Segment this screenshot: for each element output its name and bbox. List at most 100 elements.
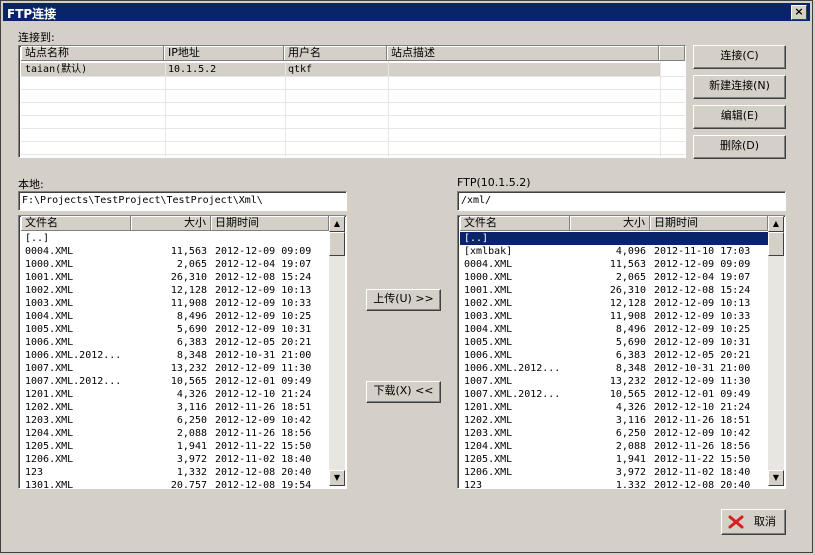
ftp-file-size: 8,348 [615,363,646,374]
local-file-date [215,232,329,245]
ftp-file-row[interactable]: 123 1,332 2012-12-08 20:40 [460,479,768,489]
ftp-col-size[interactable]: 大小 [570,216,650,231]
ftp-file-date: 2012-12-04 19:07 [654,272,751,283]
ftp-file-row[interactable]: 1004.XML 8,496 2012-12-09 10:25 [460,323,768,336]
local-file-row[interactable]: 1206.XML 3,972 2012-11-02 18:40 [21,453,329,466]
local-file-name: 123 [25,467,44,478]
ftp-scroll-thumb[interactable] [768,232,784,256]
local-file-row[interactable]: 123 1,332 2012-12-08 20:40 [21,466,329,479]
ftp-file-row[interactable]: 1006.XML.2012... 8,348 2012-10-31 21:00 [460,362,768,375]
col-site-name[interactable]: 站点名称 [21,46,164,61]
ftp-file-date: 2012-12-10 21:24 [654,402,751,413]
ftp-file-row[interactable]: 1202.XML 3,116 2012-11-26 18:51 [460,414,768,427]
local-file-row[interactable]: 1000.XML 2,065 2012-12-04 19:07 [21,258,329,271]
local-file-row[interactable]: 1301.XML 20,757 2012-12-08 19:54 [21,479,329,488]
local-file-size: 6,250 [176,415,207,426]
local-file-size: 1,941 [176,441,207,452]
ftp-file-row[interactable]: [..] [460,232,768,245]
local-file-row[interactable]: 1204.XML 2,088 2012-11-26 18:56 [21,427,329,440]
site-grid-line [21,115,685,116]
local-scroll-down-icon[interactable]: ▼ [329,470,345,486]
ftp-file-row[interactable]: 0004.XML 11,563 2012-12-09 09:09 [460,258,768,271]
ftp-scroll-up-icon[interactable]: ▲ [768,216,784,232]
ftp-file-date: 2012-12-08 20:40 [654,480,751,489]
local-file-date: 2012-11-26 18:51 [215,402,312,413]
local-file-name: 1007.XML.2012... [25,376,122,387]
local-scroll-thumb[interactable] [329,232,345,256]
ftp-path-field[interactable]: /xml/ [457,191,786,211]
ftp-file-row[interactable]: 1206.XML 3,972 2012-11-02 18:40 [460,466,768,479]
local-file-row[interactable]: 1002.XML 12,128 2012-12-09 10:13 [21,284,329,297]
local-file-date: 2012-12-09 10:13 [215,285,312,296]
ftp-scrollbar[interactable]: ▲ ▼ [768,216,784,486]
local-file-row[interactable]: 1007.XML.2012... 10,565 2012-12-01 09:49 [21,375,329,388]
local-file-row[interactable]: 1007.XML 13,232 2012-12-09 11:30 [21,362,329,375]
local-file-row[interactable]: 1006.XML 6,383 2012-12-05 20:21 [21,336,329,349]
local-file-date: 2012-12-09 10:42 [215,415,312,426]
ftp-col-date[interactable]: 日期时间 [650,216,768,231]
ftp-file-size: 3,972 [615,467,646,478]
col-ip[interactable]: IP地址 [164,46,284,61]
local-col-size[interactable]: 大小 [131,216,211,231]
local-scroll-up-icon[interactable]: ▲ [329,216,345,232]
local-file-row[interactable]: 1006.XML.2012... 8,348 2012-10-31 21:00 [21,349,329,362]
ftp-file-date: 2012-12-09 10:13 [654,298,751,309]
local-label: 本地: [18,178,44,191]
ftp-file-row[interactable]: 1001.XML 26,310 2012-12-08 15:24 [460,284,768,297]
close-button[interactable]: × [791,5,807,20]
ftp-file-row[interactable]: 1201.XML 4,326 2012-12-10 21:24 [460,401,768,414]
ftp-file-row[interactable]: 1007.XML.2012... 10,565 2012-12-01 09:49 [460,388,768,401]
local-file-row[interactable]: 1001.XML 26,310 2012-12-08 15:24 [21,271,329,284]
local-col-name[interactable]: 文件名 [21,216,131,231]
ftp-col-name[interactable]: 文件名 [460,216,570,231]
ftp-file-row[interactable]: 1003.XML 11,908 2012-12-09 10:33 [460,310,768,323]
download-button[interactable]: 下载(X) << [366,381,441,403]
new-connection-button[interactable]: 新建连接(N) [693,75,786,99]
ftp-file-row[interactable]: 1002.XML 12,128 2012-12-09 10:13 [460,297,768,310]
local-col-date[interactable]: 日期时间 [211,216,329,231]
ftp-file-size: 12,128 [609,298,646,309]
local-file-row[interactable]: 1202.XML 3,116 2012-11-26 18:51 [21,401,329,414]
edit-button[interactable]: 编辑(E) [693,105,786,129]
delete-button[interactable]: 删除(D) [693,135,786,159]
local-file-name: 1206.XML [25,454,74,465]
upload-button[interactable]: 上传(U) >> [366,289,441,311]
local-file-name: 1002.XML [25,285,74,296]
ftp-file-name: 0004.XML [464,259,513,270]
local-file-name: 1000.XML [25,259,74,270]
ftp-file-row[interactable]: 1204.XML 2,088 2012-11-26 18:56 [460,440,768,453]
local-scrollbar[interactable]: ▲ ▼ [329,216,345,486]
ftp-file-row[interactable]: 1205.XML 1,941 2012-11-22 15:50 [460,453,768,466]
ftp-file-row[interactable]: 1006.XML 6,383 2012-12-05 20:21 [460,349,768,362]
local-file-name: 1003.XML [25,298,74,309]
ftp-file-name: 1005.XML [464,337,513,348]
col-desc[interactable]: 站点描述 [387,46,659,61]
local-file-row[interactable]: 1201.XML 4,326 2012-12-10 21:24 [21,388,329,401]
local-file-date: 2012-12-10 21:24 [215,389,312,400]
site-row[interactable]: taian(默认) 10.1.5.2 qtkf [21,63,661,76]
local-file-date: 2012-12-09 10:33 [215,298,312,309]
ftp-file-row[interactable]: 1007.XML 13,232 2012-12-09 11:30 [460,375,768,388]
col-user[interactable]: 用户名 [284,46,387,61]
local-path-field[interactable]: F:\Projects\TestProject\TestProject\Xml\ [18,191,347,211]
ftp-file-row[interactable]: 1005.XML 5,690 2012-12-09 10:31 [460,336,768,349]
local-file-row[interactable]: 0004.XML 11,563 2012-12-09 09:09 [21,245,329,258]
ftp-file-name: 1003.XML [464,311,513,322]
local-file-row[interactable]: 1205.XML 1,941 2012-11-22 15:50 [21,440,329,453]
local-file-row[interactable]: 1203.XML 6,250 2012-12-09 10:42 [21,414,329,427]
connect-button[interactable]: 连接(C) [693,45,786,69]
ftp-file-row[interactable]: 1000.XML 2,065 2012-12-04 19:07 [460,271,768,284]
local-file-row[interactable]: 1005.XML 5,690 2012-12-09 10:31 [21,323,329,336]
ftp-file-name: 1004.XML [464,324,513,335]
local-file-row[interactable]: [..] [21,232,329,245]
ftp-file-row[interactable]: 1203.XML 6,250 2012-12-09 10:42 [460,427,768,440]
ftp-scroll-down-icon[interactable]: ▼ [768,470,784,486]
local-file-date: 2012-12-08 15:24 [215,272,312,283]
local-file-date: 2012-12-01 09:49 [215,376,312,387]
ftp-file-size: 26,310 [609,285,646,296]
local-file-row[interactable]: 1004.XML 8,496 2012-12-09 10:25 [21,310,329,323]
cancel-button[interactable]: 取消 [721,509,786,535]
ftp-file-row[interactable]: [xmlbak] 4,096 2012-11-10 17:03 [460,245,768,258]
local-file-row[interactable]: 1003.XML 11,908 2012-12-09 10:33 [21,297,329,310]
ftp-file-name: 1206.XML [464,467,513,478]
